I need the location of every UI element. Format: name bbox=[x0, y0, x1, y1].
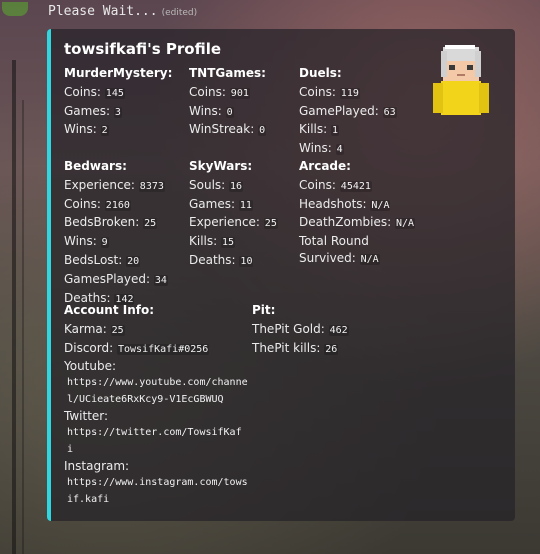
profile-embed: towsifkafi's Profile MurderMystery: Coin… bbox=[47, 29, 515, 521]
field-name: TNTGames: bbox=[189, 66, 266, 80]
stat-row: Games: 11 bbox=[189, 196, 253, 211]
stat-row: GamePlayed: 63 bbox=[299, 103, 397, 118]
message-header: Please Wait... (edited) bbox=[48, 4, 197, 19]
edited-tag: (edited) bbox=[161, 8, 198, 18]
stat-row: Coins: 45421 bbox=[299, 177, 372, 192]
field-name: Duels: bbox=[299, 66, 342, 80]
stat-row: DeathZombies: N/A bbox=[299, 215, 416, 230]
stat-row: Twitter: bbox=[64, 409, 109, 424]
field-duels: Duels: Coins: 119 GamePlayed: 63 Kills: … bbox=[299, 65, 397, 159]
minecraft-skin-icon bbox=[433, 45, 489, 115]
stat-row: Instagram: bbox=[64, 459, 130, 474]
background-pole bbox=[12, 60, 16, 554]
twitter-link[interactable]: https://twitter.com/TowsifKaf bbox=[64, 425, 264, 442]
field-name: Arcade: bbox=[299, 159, 351, 173]
youtube-link[interactable]: l/UCieate6RxKcy9-V1EcGBWUQ bbox=[64, 392, 264, 409]
field-pit: Pit: ThePit Gold: 462 ThePit kills: 26 bbox=[252, 302, 349, 358]
field-skywars: SkyWars: Souls: 16 Games: 11 Experience:… bbox=[189, 158, 278, 271]
field-tntgames: TNTGames: Coins: 901 Wins: 0 WinStreak: … bbox=[189, 65, 267, 140]
field-bedwars: Bedwars: Experience: 8373 Coins: 2160 Be… bbox=[64, 158, 168, 308]
stat-row: WinStreak: 0 bbox=[189, 122, 267, 137]
stat-row: Wins: 2 bbox=[64, 122, 109, 137]
stat-row: Kills: 1 bbox=[299, 122, 340, 137]
stat-row: Souls: 16 bbox=[189, 177, 244, 192]
stat-row: Experience: 25 bbox=[189, 215, 278, 230]
stat-row: BedsLost: 20 bbox=[64, 252, 141, 267]
stat-row: Discord: TowsifKafi#0256 bbox=[64, 340, 210, 355]
stat-row: Deaths: 10 bbox=[189, 252, 254, 267]
stat-row: ThePit kills: 26 bbox=[252, 340, 339, 355]
stat-row: Youtube: bbox=[64, 359, 117, 374]
stat-row: Coins: 145 bbox=[64, 84, 125, 99]
stat-row: Headshots: N/A bbox=[299, 196, 391, 211]
stat-row: Coins: 901 bbox=[189, 84, 250, 99]
stat-row: Survived: N/A bbox=[299, 250, 380, 265]
stat-row: Coins: 2160 bbox=[64, 196, 131, 211]
embed-title: towsifkafi's Profile bbox=[64, 40, 222, 58]
field-name: Bedwars: bbox=[64, 159, 127, 173]
background-pole bbox=[22, 100, 24, 554]
stat-row: Experience: 8373 bbox=[64, 177, 165, 192]
field-name: Pit: bbox=[252, 303, 276, 317]
stat-row: Total Round bbox=[299, 234, 369, 249]
message-text: Please Wait... bbox=[48, 4, 158, 19]
stat-row: Wins: 9 bbox=[64, 234, 109, 249]
stat-row: Kills: 15 bbox=[189, 234, 236, 249]
field-name: MurderMystery: bbox=[64, 66, 173, 80]
stat-row: ThePit Gold: 462 bbox=[252, 321, 349, 336]
stat-row: BedsBroken: 25 bbox=[64, 215, 158, 230]
instagram-link[interactable]: if.kafi bbox=[64, 492, 264, 509]
stat-row: Wins: 0 bbox=[189, 103, 234, 118]
stat-row: Karma: 25 bbox=[64, 321, 125, 336]
stat-row: Games: 3 bbox=[64, 103, 122, 118]
stat-row: Coins: 119 bbox=[299, 84, 360, 99]
field-arcade: Arcade: Coins: 45421 Headshots: N/A Deat… bbox=[299, 158, 416, 269]
field-account-info: Account Info: Karma: 25 Discord: TowsifK… bbox=[64, 302, 264, 508]
field-murdermystery: MurderMystery: Coins: 145 Games: 3 Wins:… bbox=[64, 65, 172, 140]
youtube-link[interactable]: https://www.youtube.com/channe bbox=[64, 375, 264, 392]
field-name: Account Info: bbox=[64, 303, 155, 317]
twitter-link[interactable]: i bbox=[64, 442, 264, 459]
stat-row: GamesPlayed: 34 bbox=[64, 271, 168, 286]
instagram-link[interactable]: https://www.instagram.com/tows bbox=[64, 475, 264, 492]
stat-row: Wins: 4 bbox=[299, 141, 344, 156]
field-name: SkyWars: bbox=[189, 159, 253, 173]
user-avatar[interactable] bbox=[2, 2, 28, 16]
